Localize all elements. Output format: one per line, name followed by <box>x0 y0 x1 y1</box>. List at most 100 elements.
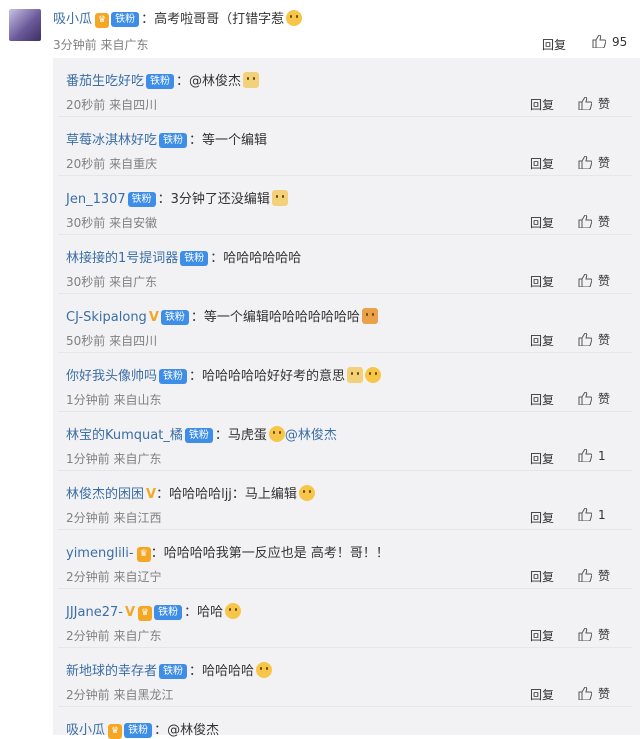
reply-button[interactable]: 回复 <box>530 686 554 703</box>
reply-item: 林宝的Kumquat_橘 铁粉 ：马虎蛋 @林俊杰 1分钟前 来自广东 回复 1 <box>53 412 640 471</box>
username[interactable]: 吸小瓜 <box>53 12 92 27</box>
avatar[interactable] <box>9 9 41 41</box>
reply-meta: 30秒前 来自广东 <box>66 275 158 289</box>
reply-button[interactable]: 回复 <box>530 509 554 526</box>
cat-emoji-icon <box>271 190 288 206</box>
mention-link[interactable]: @林俊杰 <box>285 428 337 443</box>
reply-text: ：哈哈哈哈哈好好考的意思 <box>189 369 346 384</box>
like-button[interactable]: 赞 <box>578 213 610 230</box>
like-label: 赞 <box>598 628 611 642</box>
reply-meta: 2分钟前 来自江西 <box>66 511 162 525</box>
like-label: 赞 <box>598 687 611 701</box>
reply-button[interactable]: 回复 <box>542 36 566 53</box>
fan-badge: 铁粉 <box>146 74 175 89</box>
like-button[interactable]: 赞 <box>578 95 610 112</box>
fan-badge: 铁粉 <box>159 369 188 384</box>
like-label: 赞 <box>598 392 611 406</box>
like-button[interactable]: 赞 <box>578 626 610 643</box>
reply-button[interactable]: 回复 <box>530 273 554 290</box>
member-badge-icon: ♛ <box>138 606 153 621</box>
reply-meta: 1分钟前 来自广东 <box>66 452 162 466</box>
reply-button[interactable]: 回复 <box>530 627 554 644</box>
reply-item: 林接接的1号提词器 铁粉 ：哈哈哈哈哈哈 30秒前 来自广东 回复 赞 <box>53 235 640 294</box>
username[interactable]: JJJane27- <box>66 605 123 620</box>
reply-item: 你好我头像帅吗 铁粉 ：哈哈哈哈哈好好考的意思 1分钟前 来自山东 回复 赞 <box>53 353 640 412</box>
fan-badge: 铁粉 <box>124 723 153 738</box>
reply-item: Jen_1307 铁粉 ：3分钟了还没编辑 30秒前 来自安徽 回复 赞 <box>53 176 640 235</box>
like-label: 赞 <box>598 333 611 347</box>
username[interactable]: 番茄生吃好吃 <box>66 74 144 89</box>
username[interactable]: Jen_1307 <box>66 192 126 207</box>
like-label: 赞 <box>598 156 611 170</box>
fan-badge: 铁粉 <box>180 251 209 266</box>
cat-emoji-icon <box>243 72 260 88</box>
like-button[interactable]: 1 <box>578 508 606 522</box>
like-button[interactable]: 赞 <box>578 567 610 584</box>
reply-text: ：@林俊杰 <box>154 723 220 738</box>
thumbs-up-icon <box>578 392 592 405</box>
like-button[interactable]: 赞 <box>578 685 610 702</box>
username[interactable]: 吸小瓜 <box>66 723 105 738</box>
reply-button[interactable]: 回复 <box>530 155 554 172</box>
comment-text: ：高考啦哥哥（打错字惹 <box>141 12 285 27</box>
thumbs-up-icon <box>578 687 592 700</box>
username[interactable]: 草莓冰淇林好吃 <box>66 133 157 148</box>
reply-button[interactable]: 回复 <box>530 450 554 467</box>
username[interactable]: 林俊杰的困困 <box>66 487 144 502</box>
fan-badge: 铁粉 <box>159 664 188 679</box>
cat-emoji-icon <box>347 367 364 383</box>
smile-emoji-icon <box>286 10 303 26</box>
username[interactable]: 林宝的Kumquat_橘 <box>66 428 183 443</box>
username[interactable]: 林接接的1号提词器 <box>66 251 178 266</box>
member-badge-icon: ♛ <box>95 13 110 28</box>
like-button[interactable]: 赞 <box>578 154 610 171</box>
reply-button[interactable]: 回复 <box>530 391 554 408</box>
reply-button[interactable]: 回复 <box>530 568 554 585</box>
thumbs-up-icon <box>578 449 592 462</box>
reply-meta: 30秒前 来自安徽 <box>66 216 158 230</box>
reply-button[interactable]: 回复 <box>530 214 554 231</box>
verified-v-icon: V <box>148 310 159 325</box>
thumbs-up-icon <box>578 97 592 110</box>
fan-badge: 铁粉 <box>111 12 140 27</box>
like-count: 1 <box>598 449 606 463</box>
username[interactable]: 你好我头像帅吗 <box>66 369 157 384</box>
top-comment: 吸小瓜 ♛ 铁粉 ：高考啦哥哥（打错字惹 3分钟前 来自广东 回复 95 <box>0 0 640 58</box>
like-button[interactable]: 95 <box>592 35 627 49</box>
reply-item: 番茄生吃好吃 铁粉 ：@林俊杰 20秒前 来自四川 回复 赞 <box>53 58 640 117</box>
thumbs-up-icon <box>578 215 592 228</box>
username[interactable]: yimenglili- <box>66 546 134 561</box>
reply-text: ：哈哈哈哈 <box>189 664 255 679</box>
reply-meta: 2分钟前 来自辽宁 <box>66 570 162 584</box>
like-label: 赞 <box>598 569 611 583</box>
fan-badge: 铁粉 <box>160 310 189 325</box>
reply-meta: 20秒前 来自重庆 <box>66 157 158 171</box>
like-count: 95 <box>612 35 628 49</box>
smirk-emoji-icon <box>298 485 315 501</box>
thumbs-up-icon <box>578 569 592 582</box>
reply-item: 林俊杰的困困 V：哈哈哈哈ljj：马上编辑 2分钟前 来自江西 回复 1 <box>53 471 640 530</box>
reply-text: ：马虎蛋 <box>214 428 267 443</box>
reply-button[interactable]: 回复 <box>530 332 554 349</box>
reply-item: yimenglili- ♛ ：哈哈哈哈我第一反应也是 高考！哥！！ 2分钟前 来自辽… <box>53 530 640 589</box>
laugh-emoji-icon <box>256 662 273 678</box>
username[interactable]: 新地球的幸存者 <box>66 664 157 679</box>
reply-text: ：@林俊杰 <box>176 74 242 89</box>
like-button[interactable]: 赞 <box>578 390 610 407</box>
like-button[interactable]: 赞 <box>578 272 610 289</box>
username[interactable]: CJ-Skipalong <box>66 310 147 325</box>
like-button[interactable]: 1 <box>578 449 606 463</box>
fan-badge: 铁粉 <box>127 192 156 207</box>
like-label: 赞 <box>598 274 611 288</box>
thumbs-up-icon <box>578 156 592 169</box>
reply-button[interactable]: 回复 <box>530 96 554 113</box>
grin-emoji-icon <box>225 603 242 619</box>
like-button[interactable]: 赞 <box>578 331 610 348</box>
reply-text: ：等一个编辑 <box>189 133 268 148</box>
reply-meta: 50秒前 来自四川 <box>66 334 158 348</box>
reply-item: CJ-Skipalong V 铁粉 ：等一个编辑哈哈哈哈哈哈哈 50秒前 来自四川 回… <box>53 294 640 353</box>
comment-meta: 3分钟前 来自广东 <box>53 38 149 52</box>
thumbs-up-icon <box>578 333 592 346</box>
reply-item: 吸小瓜 ♛ 铁粉 ：@林俊杰 <box>53 707 640 739</box>
reply-meta: 1分钟前 来自山东 <box>66 393 162 407</box>
